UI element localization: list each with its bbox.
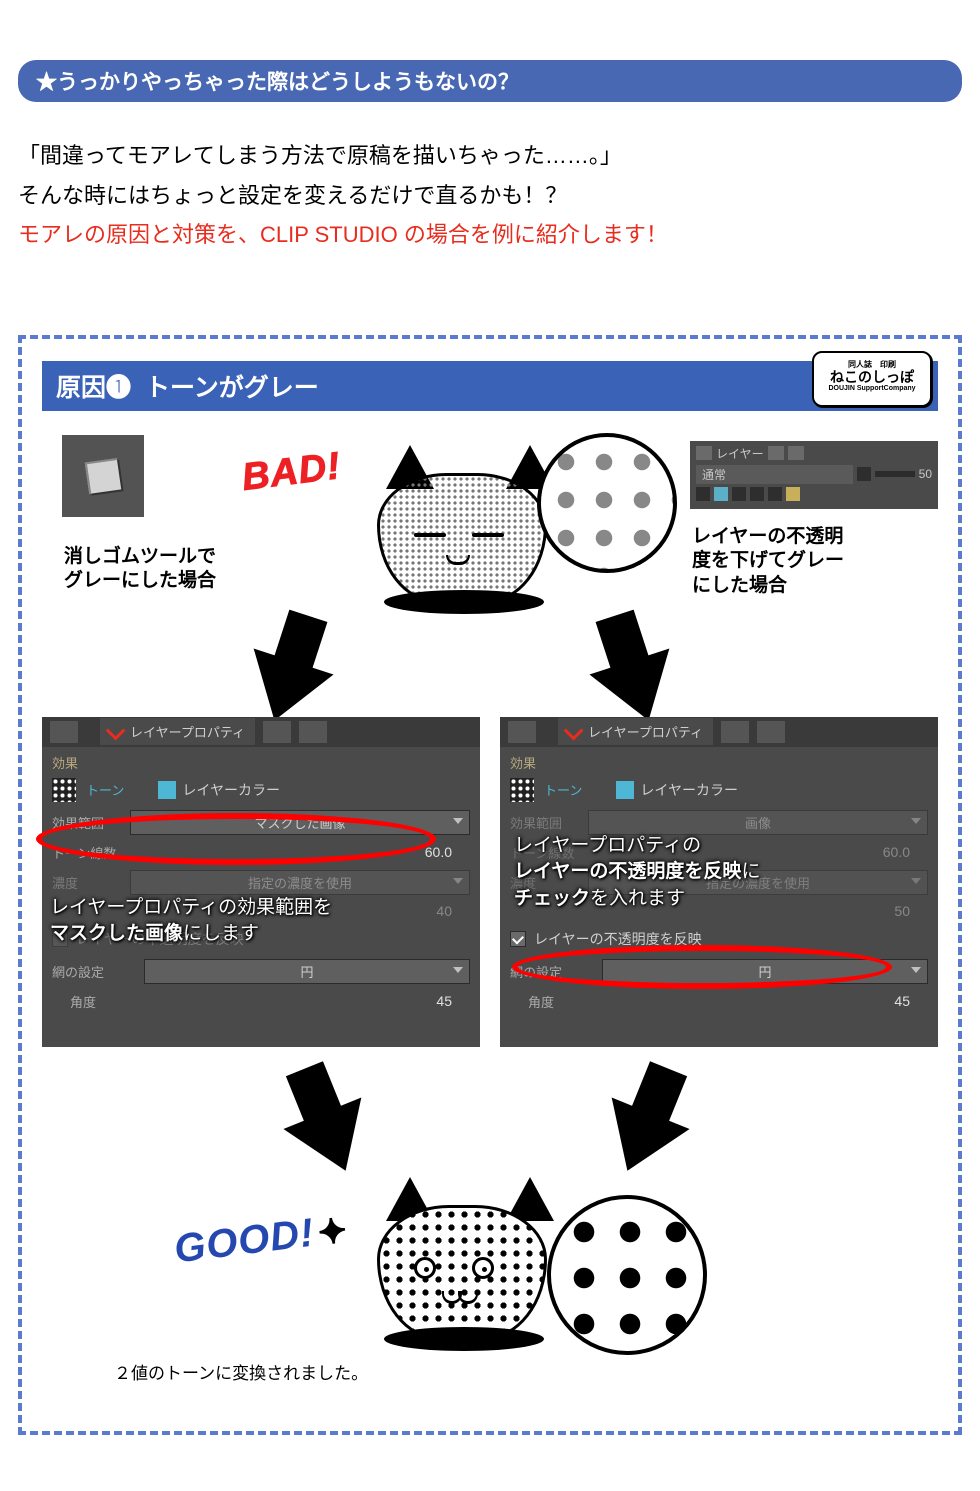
sparkle-icon: ✦ xyxy=(316,1211,350,1252)
highlight-oval xyxy=(512,945,892,989)
angle-value[interactable]: 45 xyxy=(130,993,470,1009)
highlight-oval xyxy=(36,813,436,865)
scope-dropdown[interactable]: 画像 xyxy=(588,810,928,835)
bad-example-area: 消しゴムツールで グレーにした場合 BAD! レイヤー 通常 xyxy=(42,435,938,705)
cause-box-header: 原因❶ トーンがグレー 同人誌 印刷 ねこのしっぽ DOUJIN Support… xyxy=(42,361,938,411)
bad-tone-zoom xyxy=(537,433,677,573)
tone-option[interactable]: トーン xyxy=(86,780,124,799)
layer-icon xyxy=(696,487,710,501)
cause-box: 原因❶ トーンがグレー 同人誌 印刷 ねこのしっぽ DOUJIN Support… xyxy=(18,335,962,1435)
layer-property-panel-left: レイヤープロパティ 効果 トーン レイヤーカラー 効果範囲 マスクした画像 トー… xyxy=(42,717,480,1047)
layer-color-option[interactable]: レイヤーカラー xyxy=(182,780,280,800)
layer-icon xyxy=(750,487,764,501)
good-cat-illustration xyxy=(362,1177,562,1357)
density-label: 濃度 xyxy=(52,873,122,892)
tab-label: レイヤープロパティ xyxy=(130,722,245,741)
eraser-tool-swatch xyxy=(62,435,144,517)
good-label: GOOD!✦ xyxy=(172,1206,350,1272)
good-tone-zoom xyxy=(547,1195,707,1355)
angle-label: 角度 xyxy=(52,992,122,1011)
caption-opacity-case: レイヤーの不透明 度を下げてグレー にした場合 xyxy=(692,525,932,599)
logo-main: ねこのしっぽ xyxy=(814,370,930,385)
layer-property-tab[interactable]: レイヤープロパティ xyxy=(558,718,713,745)
intro-line2: そんな時にはちょっと設定を変えるだけで直るかも！？ xyxy=(18,176,962,216)
layer-icon xyxy=(714,487,728,501)
good-caption: ２値のトーンに変換されました。 xyxy=(114,1359,368,1384)
eraser-icon xyxy=(85,458,121,494)
intro-text: 「間違ってモアレてしまう方法で原稿を描いちゃった……。」 そんな時にはちょっと設… xyxy=(18,136,962,255)
layer-color-swatch xyxy=(616,781,634,799)
layer-property-tab[interactable]: レイヤープロパティ xyxy=(100,718,255,745)
tab-icon xyxy=(299,721,327,743)
tone-icon xyxy=(52,778,76,802)
layer-tab-icon xyxy=(696,446,712,460)
caption-eraser-case: 消しゴムツールで グレーにした場合 xyxy=(64,545,216,594)
arrow-down-icon xyxy=(283,1097,384,1186)
layer-tab-label: レイヤー xyxy=(716,445,764,462)
tone-option[interactable]: トーン xyxy=(544,780,582,799)
instruction-left: レイヤープロパティの効果範囲を マスクした画像にします xyxy=(50,895,332,948)
bad-cat-illustration xyxy=(362,445,562,615)
brand-logo: 同人誌 印刷 ねこのしっぽ DOUJIN SupportCompany xyxy=(812,351,932,407)
tab-icon xyxy=(508,721,536,743)
density-dropdown[interactable]: 指定の濃度を使用 xyxy=(130,870,470,895)
tone-icon xyxy=(510,778,534,802)
section-title-bar: ★うっかりやっちゃった際はどうしようもないの？ xyxy=(18,60,962,102)
arrow-down-icon xyxy=(588,1097,689,1186)
layer-color-swatch xyxy=(158,781,176,799)
check-icon xyxy=(564,720,584,740)
layer-icon xyxy=(768,487,782,501)
layer-icon xyxy=(786,487,800,501)
panel-icon xyxy=(768,446,784,460)
angle-label: 角度 xyxy=(510,992,580,1011)
scope-label: 効果範囲 xyxy=(510,813,580,832)
intro-line3: モアレの原因と対策を、CLIP STUDIO の場合を例に紹介します！ xyxy=(18,215,962,255)
check-icon xyxy=(106,720,126,740)
effect-section-label: 効果 xyxy=(500,747,938,774)
blend-mode-select[interactable]: 通常 xyxy=(696,465,853,484)
tab-icon xyxy=(50,721,78,743)
layer-color-option[interactable]: レイヤーカラー xyxy=(640,780,738,800)
net-label: 網の設定 xyxy=(52,962,136,981)
angle-value[interactable]: 45 xyxy=(588,993,928,1009)
instruction-right: レイヤープロパティの レイヤーの不透明度を反映に チェックを入れます xyxy=(514,833,760,913)
logo-sub: DOUJIN SupportCompany xyxy=(814,385,930,393)
net-dropdown[interactable]: 円 xyxy=(144,959,470,984)
tab-icon xyxy=(721,721,749,743)
good-example-area: GOOD!✦ ２値のトーンに変換されました。 xyxy=(42,1177,938,1407)
bad-label: BAD! xyxy=(240,445,343,500)
reflect-opacity-checkbox[interactable] xyxy=(510,931,526,947)
tab-icon xyxy=(263,721,291,743)
effect-section-label: 効果 xyxy=(42,747,480,774)
panel-icon xyxy=(788,446,804,460)
cause-number: 原因❶ xyxy=(56,368,131,404)
opacity-slider[interactable] xyxy=(875,471,915,477)
layer-property-panel-right: レイヤープロパティ 効果 トーン レイヤーカラー 効果範囲 画像 トーン線数 6… xyxy=(500,717,938,1047)
intro-line1: 「間違ってモアレてしまう方法で原稿を描いちゃった……。」 xyxy=(18,136,962,176)
tab-label: レイヤープロパティ xyxy=(588,722,703,741)
cause-title: トーンがグレー xyxy=(145,368,319,404)
opacity-value: 50 xyxy=(919,467,932,481)
layer-icon xyxy=(732,487,746,501)
tab-icon xyxy=(757,721,785,743)
arrows-to-good xyxy=(42,1047,938,1177)
layer-panel-thumbnail: レイヤー 通常 50 xyxy=(690,441,938,509)
slider-icon xyxy=(857,467,871,481)
